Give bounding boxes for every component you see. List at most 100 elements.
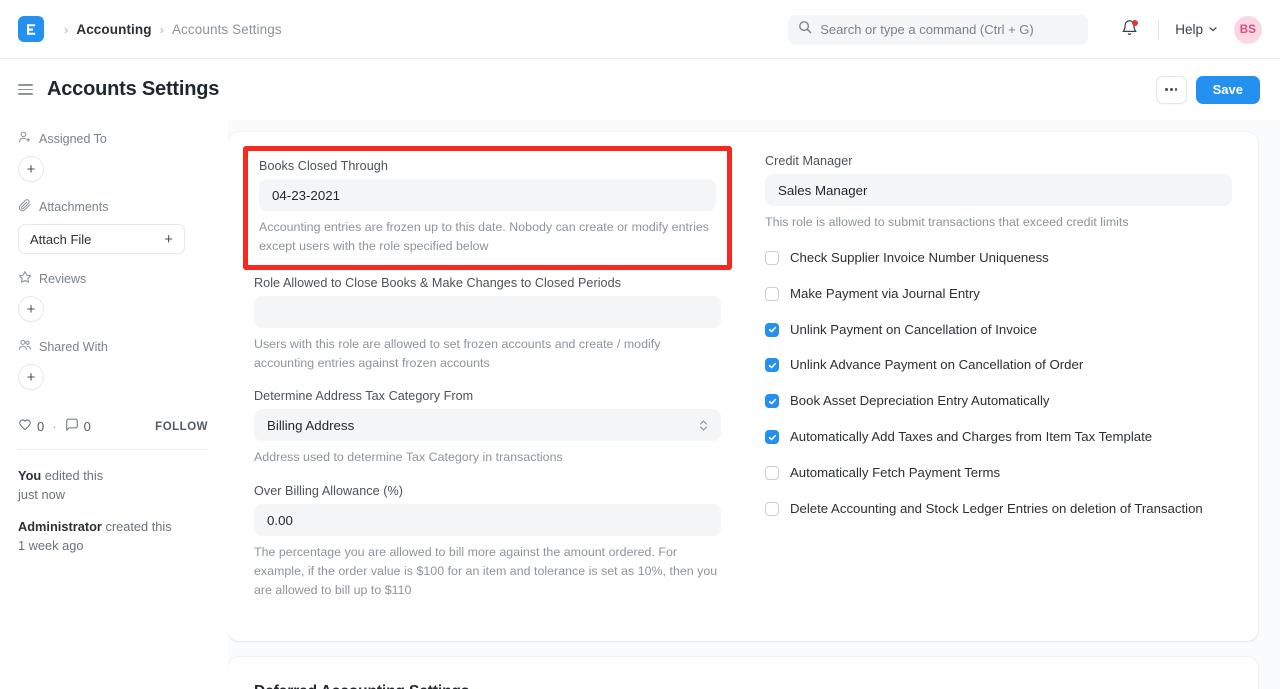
navbar-divider <box>1158 20 1159 40</box>
assigned-to-icon <box>18 130 32 147</box>
field-credit-manager: Credit Manager Sales Manager This role i… <box>765 154 1232 232</box>
avatar[interactable]: BS <box>1234 16 1262 44</box>
activity-action: created this <box>102 519 172 534</box>
books-closed-through-input[interactable]: 04-23-2021 <box>259 179 716 211</box>
like-count: 0 <box>37 419 44 434</box>
over-billing-allowance-input[interactable]: 0.00 <box>254 504 721 536</box>
navbar-right-group: Search or type a command (Ctrl + G) Help… <box>788 0 1262 59</box>
activity-actor: Administrator <box>18 519 102 534</box>
checkbox-row-automatically-fetch-payment-terms[interactable]: Automatically Fetch Payment Terms <box>765 465 1232 481</box>
field-label: Credit Manager <box>765 154 1232 168</box>
field-help-text: The percentage you are allowed to bill m… <box>254 543 721 600</box>
checkbox-icon[interactable] <box>765 466 779 480</box>
stat-separator: · <box>52 419 56 434</box>
erpnext-logo-icon[interactable] <box>18 16 44 42</box>
comment-button[interactable]: 0 <box>65 418 91 435</box>
checkbox-icon[interactable] <box>765 394 779 408</box>
notifications-button[interactable] <box>1116 17 1142 43</box>
checkbox-icon[interactable] <box>765 251 779 265</box>
checkbox-icon[interactable] <box>765 287 779 301</box>
notification-badge-dot <box>1132 20 1138 26</box>
activity-time: 1 week ago <box>18 537 208 556</box>
accounts-settings-card: Books Closed Through 04-23-2021 Accounti… <box>228 132 1258 641</box>
field-label: Determine Address Tax Category From <box>254 389 721 403</box>
checkbox-row-unlink-payment-on-cancellation-of-invoice[interactable]: Unlink Payment on Cancellation of Invoic… <box>765 322 1232 338</box>
checkbox-row-automatically-add-taxes-and-charges-from-item-tax-template[interactable]: Automatically Add Taxes and Charges from… <box>765 429 1232 445</box>
field-help-text: Accounting entries are frozen up to this… <box>259 218 716 256</box>
checkbox-row-check-supplier-invoice-number-uniqueness[interactable]: Check Supplier Invoice Number Uniqueness <box>765 250 1232 266</box>
checkbox-icon[interactable] <box>765 323 779 337</box>
breadcrumb-item-accounts-settings[interactable]: Accounts Settings <box>172 22 282 37</box>
help-label: Help <box>1175 22 1203 37</box>
checkbox-label: Make Payment via Journal Entry <box>790 286 980 302</box>
save-button[interactable]: Save <box>1196 76 1260 104</box>
sidebar-label-attachments: Attachments <box>39 200 108 214</box>
checkbox-icon[interactable] <box>765 358 779 372</box>
tax-category-select[interactable]: Billing Address <box>254 409 721 441</box>
main-content: Books Closed Through 04-23-2021 Accounti… <box>228 120 1280 689</box>
heart-icon <box>18 418 32 435</box>
role-allowed-input[interactable] <box>254 296 721 328</box>
checkbox-label: Automatically Add Taxes and Charges from… <box>790 429 1152 445</box>
breadcrumb-separator-1: › <box>64 23 68 36</box>
checkbox-icon[interactable] <box>765 430 779 444</box>
checkbox-label: Unlink Payment on Cancellation of Invoic… <box>790 322 1037 338</box>
checkbox-row-make-payment-via-journal-entry[interactable]: Make Payment via Journal Entry <box>765 286 1232 302</box>
help-menu[interactable]: Help <box>1175 22 1218 37</box>
top-navbar: › Accounting › Accounts Settings Search … <box>0 0 1280 59</box>
add-review-button[interactable]: + <box>18 296 44 322</box>
sidebar-section-header: Reviews <box>18 270 208 287</box>
field-label: Books Closed Through <box>259 159 716 173</box>
section-title-deferred-accounting: Deferred Accounting Settings <box>254 683 1232 689</box>
sidebar-section-attachments: Attachments Attach File + <box>18 198 208 254</box>
attach-file-button[interactable]: Attach File + <box>18 224 185 254</box>
settings-right-column: Credit Manager Sales Manager This role i… <box>743 154 1232 617</box>
sidebar-section-assigned-to: Assigned To + <box>18 130 208 182</box>
field-label: Role Allowed to Close Books & Make Chang… <box>254 276 721 290</box>
star-icon <box>18 270 32 287</box>
field-help-text: Users with this role are allowed to set … <box>254 335 721 373</box>
search-input[interactable]: Search or type a command (Ctrl + G) <box>788 15 1088 45</box>
field-determine-address-tax-category-from: Determine Address Tax Category From Bill… <box>254 389 721 467</box>
field-help-text: This role is allowed to submit transacti… <box>765 213 1232 232</box>
checkbox-icon[interactable] <box>765 502 779 516</box>
credit-manager-input[interactable]: Sales Manager <box>765 174 1232 206</box>
shared-with-icon <box>18 338 32 355</box>
field-value: Billing Address <box>267 418 354 433</box>
avatar-initials: BS <box>1240 24 1257 36</box>
activity-line: Administrator created this <box>18 518 208 537</box>
page-body: Assigned To + Attachments Attach File + <box>0 120 1280 689</box>
add-assignment-button[interactable]: + <box>18 156 44 182</box>
deferred-accounting-settings-card: Deferred Accounting Settings <box>228 657 1258 689</box>
breadcrumb-item-accounting[interactable]: Accounting <box>76 22 151 37</box>
activity-action: edited this <box>41 468 103 483</box>
follow-button[interactable]: FOLLOW <box>155 421 208 433</box>
attach-file-label: Attach File <box>30 232 91 247</box>
sidebar-section-shared-with: Shared With + <box>18 338 208 390</box>
settings-checkbox-group: Check Supplier Invoice Number Uniqueness… <box>765 250 1232 517</box>
more-options-button[interactable] <box>1156 76 1187 104</box>
checkbox-label: Check Supplier Invoice Number Uniqueness <box>790 250 1049 266</box>
sidebar-label-assigned-to: Assigned To <box>39 132 107 146</box>
field-value: 0.00 <box>267 513 293 528</box>
page-header-actions: Save <box>1156 59 1260 120</box>
comment-count: 0 <box>84 419 91 434</box>
field-books-closed-through: Books Closed Through 04-23-2021 Accounti… <box>259 159 716 256</box>
sidebar: Assigned To + Attachments Attach File + <box>0 120 228 689</box>
sidebar-label-shared-with: Shared With <box>39 340 108 354</box>
select-chevron-icon <box>699 419 708 432</box>
sidebar-section-header: Attachments <box>18 198 208 215</box>
add-share-button[interactable]: + <box>18 364 44 390</box>
sidebar-section-header: Shared With <box>18 338 208 355</box>
books-closed-through-highlight: Books Closed Through 04-23-2021 Accounti… <box>243 146 732 270</box>
checkbox-label: Automatically Fetch Payment Terms <box>790 465 1000 481</box>
checkbox-row-book-asset-depreciation-entry-automatically[interactable]: Book Asset Depreciation Entry Automatica… <box>765 393 1232 409</box>
activity-entry: Administrator created this 1 week ago <box>18 518 208 555</box>
sidebar-section-header: Assigned To <box>18 130 208 147</box>
checkbox-row-delete-accounting-and-stock-ledger-entries[interactable]: Delete Accounting and Stock Ledger Entri… <box>765 501 1232 517</box>
like-button[interactable]: 0 <box>18 418 44 435</box>
checkbox-row-unlink-advance-payment-on-cancellation-of-order[interactable]: Unlink Advance Payment on Cancellation o… <box>765 357 1232 373</box>
settings-left-column: Books Closed Through 04-23-2021 Accounti… <box>254 154 743 617</box>
field-value: 04-23-2021 <box>272 188 340 203</box>
hamburger-menu-icon[interactable] <box>18 84 33 95</box>
